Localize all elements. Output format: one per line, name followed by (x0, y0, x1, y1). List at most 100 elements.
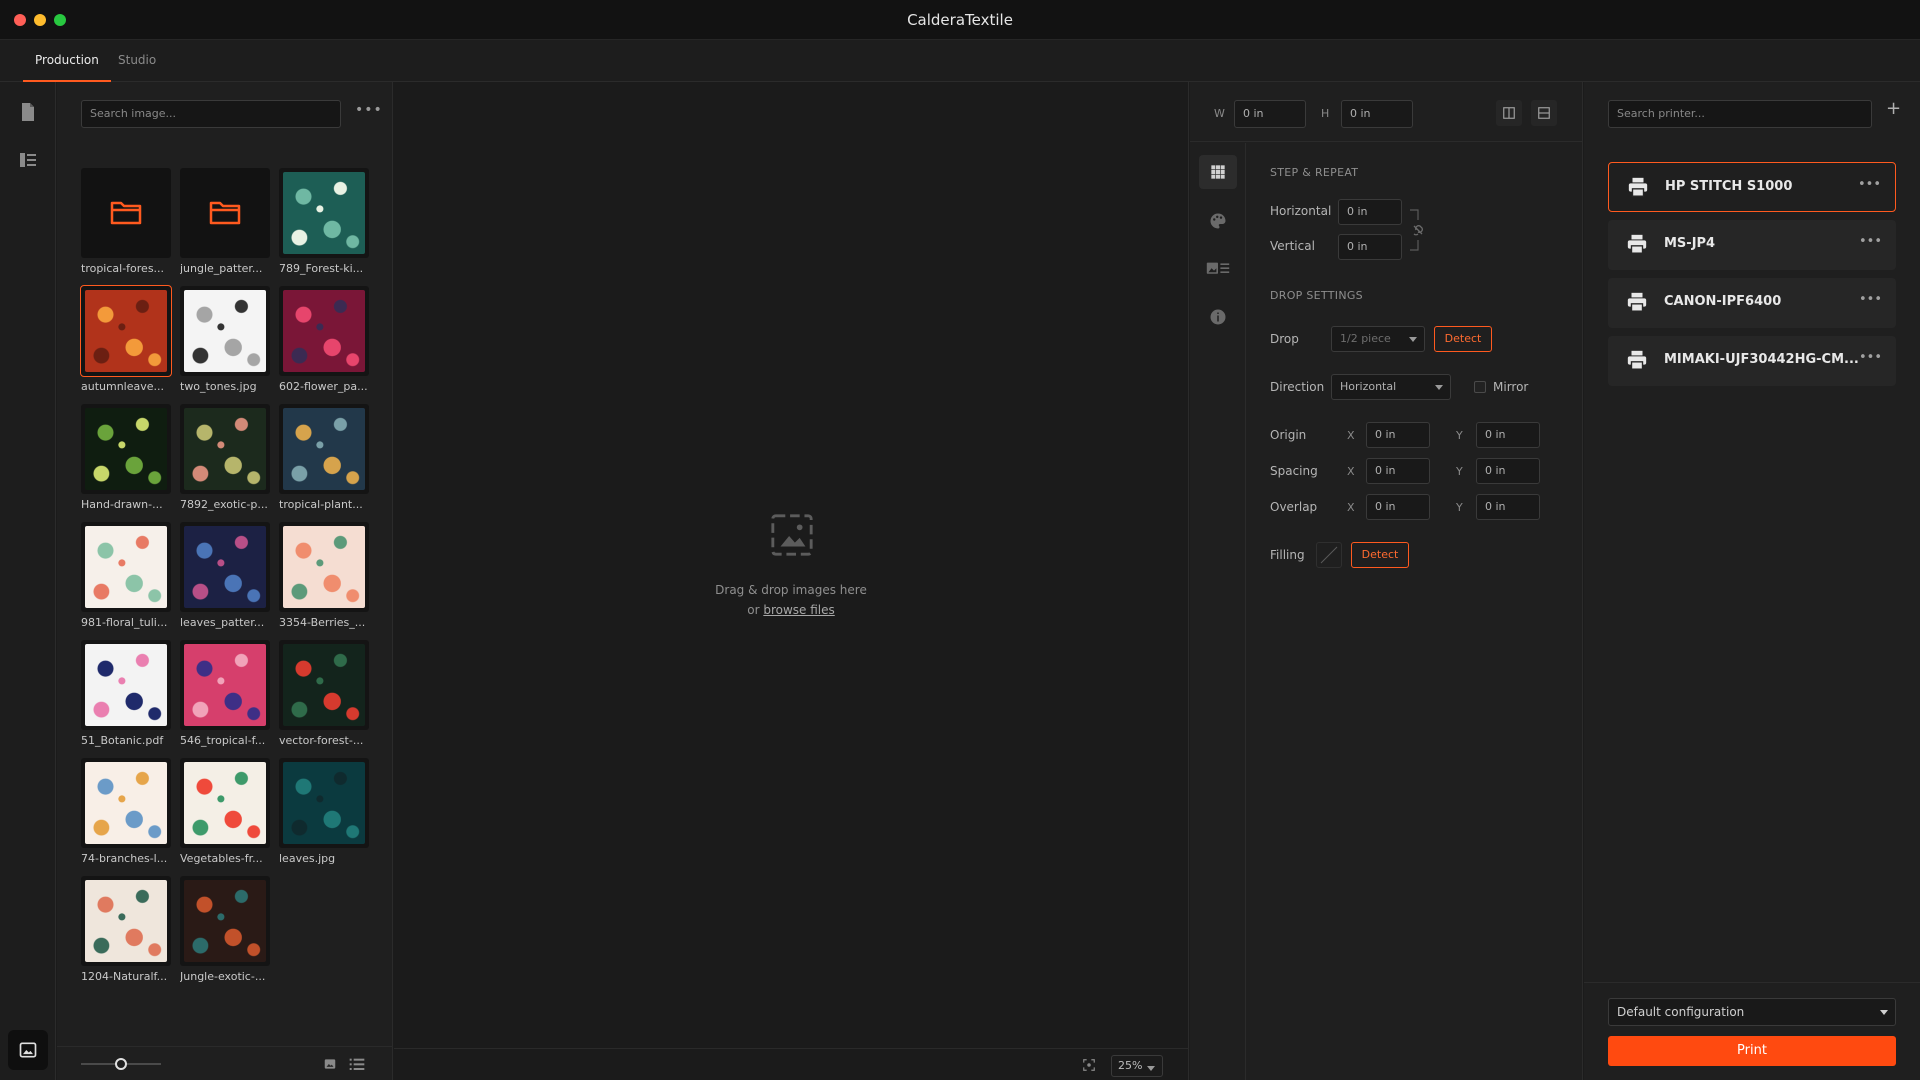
slider-handle[interactable] (115, 1058, 127, 1070)
configuration-select[interactable]: Default configuration (1608, 998, 1896, 1026)
horizontal-input[interactable]: 0 in (1338, 199, 1402, 225)
printer-item[interactable]: HP STITCH S1000 ••• (1608, 162, 1896, 212)
palette-icon[interactable] (1209, 212, 1227, 230)
browse-files-link[interactable]: browse files (763, 603, 834, 617)
image-thumbnail[interactable] (180, 758, 270, 848)
tab-studio[interactable]: Studio (106, 40, 168, 82)
image-thumbnail[interactable] (81, 640, 171, 730)
document-icon[interactable] (16, 100, 40, 124)
filling-detect-button[interactable]: Detect (1351, 542, 1409, 568)
add-printer-button[interactable]: + (1886, 98, 1901, 119)
image-tile[interactable]: 7892_exotic-p... (180, 404, 270, 511)
fit-to-screen-icon[interactable] (1082, 1058, 1096, 1072)
image-tile[interactable]: leaves.jpg (279, 758, 369, 865)
image-tile[interactable]: Jungle-exotic-... (180, 876, 270, 983)
filling-label: Filling (1270, 548, 1305, 562)
image-tile[interactable]: 546_tropical-f... (180, 640, 270, 747)
split-vertical-button[interactable] (1496, 100, 1522, 126)
printer-search-input[interactable]: Search printer... (1608, 100, 1872, 128)
zoom-select[interactable]: 25% (1111, 1055, 1163, 1077)
image-tile[interactable]: 981-floral_tuli... (81, 522, 171, 629)
folder-tile[interactable]: tropical-fores... (81, 168, 171, 275)
image-thumbnail[interactable] (279, 758, 369, 848)
image-library-button[interactable] (8, 1030, 48, 1070)
grid-icon (1211, 165, 1225, 179)
image-thumbnail[interactable] (180, 404, 270, 494)
overlap-y-input[interactable]: 0 in (1476, 494, 1540, 520)
horizontal-label: Horizontal (1270, 204, 1332, 218)
image-thumbnail[interactable] (279, 286, 369, 376)
image-tile[interactable]: leaves_patter... (180, 522, 270, 629)
printer-item[interactable]: MIMAKI-UJF30442HG-CM... ••• (1608, 336, 1896, 386)
image-search-input[interactable]: Search image... (81, 100, 341, 128)
image-tile[interactable]: Hand-drawn-... (81, 404, 171, 511)
origin-y-input[interactable]: 0 in (1476, 422, 1540, 448)
image-tile[interactable]: 74-branches-l... (81, 758, 171, 865)
image-tile[interactable]: 789_Forest-ki... (279, 168, 369, 275)
image-thumbnail[interactable] (279, 404, 369, 494)
image-settings-icon[interactable] (1206, 260, 1230, 278)
image-tile[interactable]: 602-flower_pa... (279, 286, 369, 393)
image-tile[interactable]: vector-forest-... (279, 640, 369, 747)
grid-view-icon[interactable] (323, 1057, 337, 1071)
printer-item[interactable]: CANON-IPF6400 ••• (1608, 278, 1896, 328)
print-button[interactable]: Print (1608, 1036, 1896, 1066)
mirror-checkbox[interactable] (1474, 381, 1486, 393)
image-thumbnail[interactable] (81, 876, 171, 966)
image-thumbnail[interactable] (180, 640, 270, 730)
folder-thumbnail[interactable] (81, 168, 171, 258)
image-thumbnail[interactable] (81, 404, 171, 494)
image-thumbnail[interactable] (180, 522, 270, 612)
image-tile[interactable]: 51_Botanic.pdf (81, 640, 171, 747)
image-tile[interactable]: two_tones.jpg (180, 286, 270, 393)
image-thumbnail[interactable] (81, 522, 171, 612)
printer-more-icon[interactable]: ••• (1859, 234, 1882, 249)
link-dimensions-icon[interactable] (1408, 208, 1426, 252)
printer-more-icon[interactable]: ••• (1859, 292, 1882, 307)
image-thumbnail[interactable] (180, 286, 270, 376)
folder-tile[interactable]: jungle_patter... (180, 168, 270, 275)
image-thumbnail[interactable] (81, 758, 171, 848)
image-thumbnail[interactable] (80, 285, 172, 377)
info-icon[interactable] (1209, 308, 1227, 326)
tile-label: 1204-Naturalf... (81, 970, 168, 983)
tab-production[interactable]: Production (23, 40, 111, 82)
queue-list-icon[interactable] (16, 148, 40, 172)
library-more-icon[interactable]: ••• (355, 102, 383, 118)
drop-select[interactable]: 1/2 piece (1331, 326, 1425, 352)
tile-label: tropical-fores... (81, 262, 165, 275)
printer-more-icon[interactable]: ••• (1858, 177, 1881, 192)
image-thumbnail[interactable] (180, 876, 270, 966)
pattern-preview (85, 290, 167, 372)
divider (1584, 982, 1920, 983)
spacing-x-input[interactable]: 0 in (1366, 458, 1430, 484)
split-horizontal-button[interactable] (1531, 100, 1557, 126)
image-thumbnail[interactable] (279, 640, 369, 730)
width-input[interactable]: 0 in (1234, 100, 1306, 128)
zoom-value: 25% (1118, 1059, 1143, 1072)
image-tile[interactable]: Vegetables-fr... (180, 758, 270, 865)
vertical-input[interactable]: 0 in (1338, 234, 1402, 260)
pattern-preview (184, 526, 266, 608)
spacing-y-input[interactable]: 0 in (1476, 458, 1540, 484)
printer-more-icon[interactable]: ••• (1859, 350, 1882, 365)
list-view-icon[interactable] (349, 1057, 365, 1071)
direction-select[interactable]: Horizontal (1331, 374, 1451, 400)
height-input[interactable]: 0 in (1341, 100, 1413, 128)
image-tile[interactable]: tropical-plant... (279, 404, 369, 511)
folder-thumbnail[interactable] (180, 168, 270, 258)
canvas-footer: 25% (394, 1048, 1189, 1080)
overlap-x-input[interactable]: 0 in (1366, 494, 1430, 520)
image-thumbnail[interactable] (279, 522, 369, 612)
step-repeat-tab[interactable] (1199, 155, 1237, 189)
filling-color-swatch[interactable] (1316, 542, 1342, 568)
canvas-area[interactable]: Drag & drop images here or browse files … (394, 82, 1189, 1080)
image-tile[interactable]: 1204-Naturalf... (81, 876, 171, 983)
image-thumbnail[interactable] (279, 168, 369, 258)
printer-item[interactable]: MS-JP4 ••• (1608, 220, 1896, 270)
image-tile[interactable]: autumnleave... (80, 285, 172, 393)
image-tile[interactable]: 3354-Berries_... (279, 522, 369, 629)
drop-detect-button[interactable]: Detect (1434, 326, 1492, 352)
width-label: W (1214, 107, 1225, 120)
origin-x-input[interactable]: 0 in (1366, 422, 1430, 448)
